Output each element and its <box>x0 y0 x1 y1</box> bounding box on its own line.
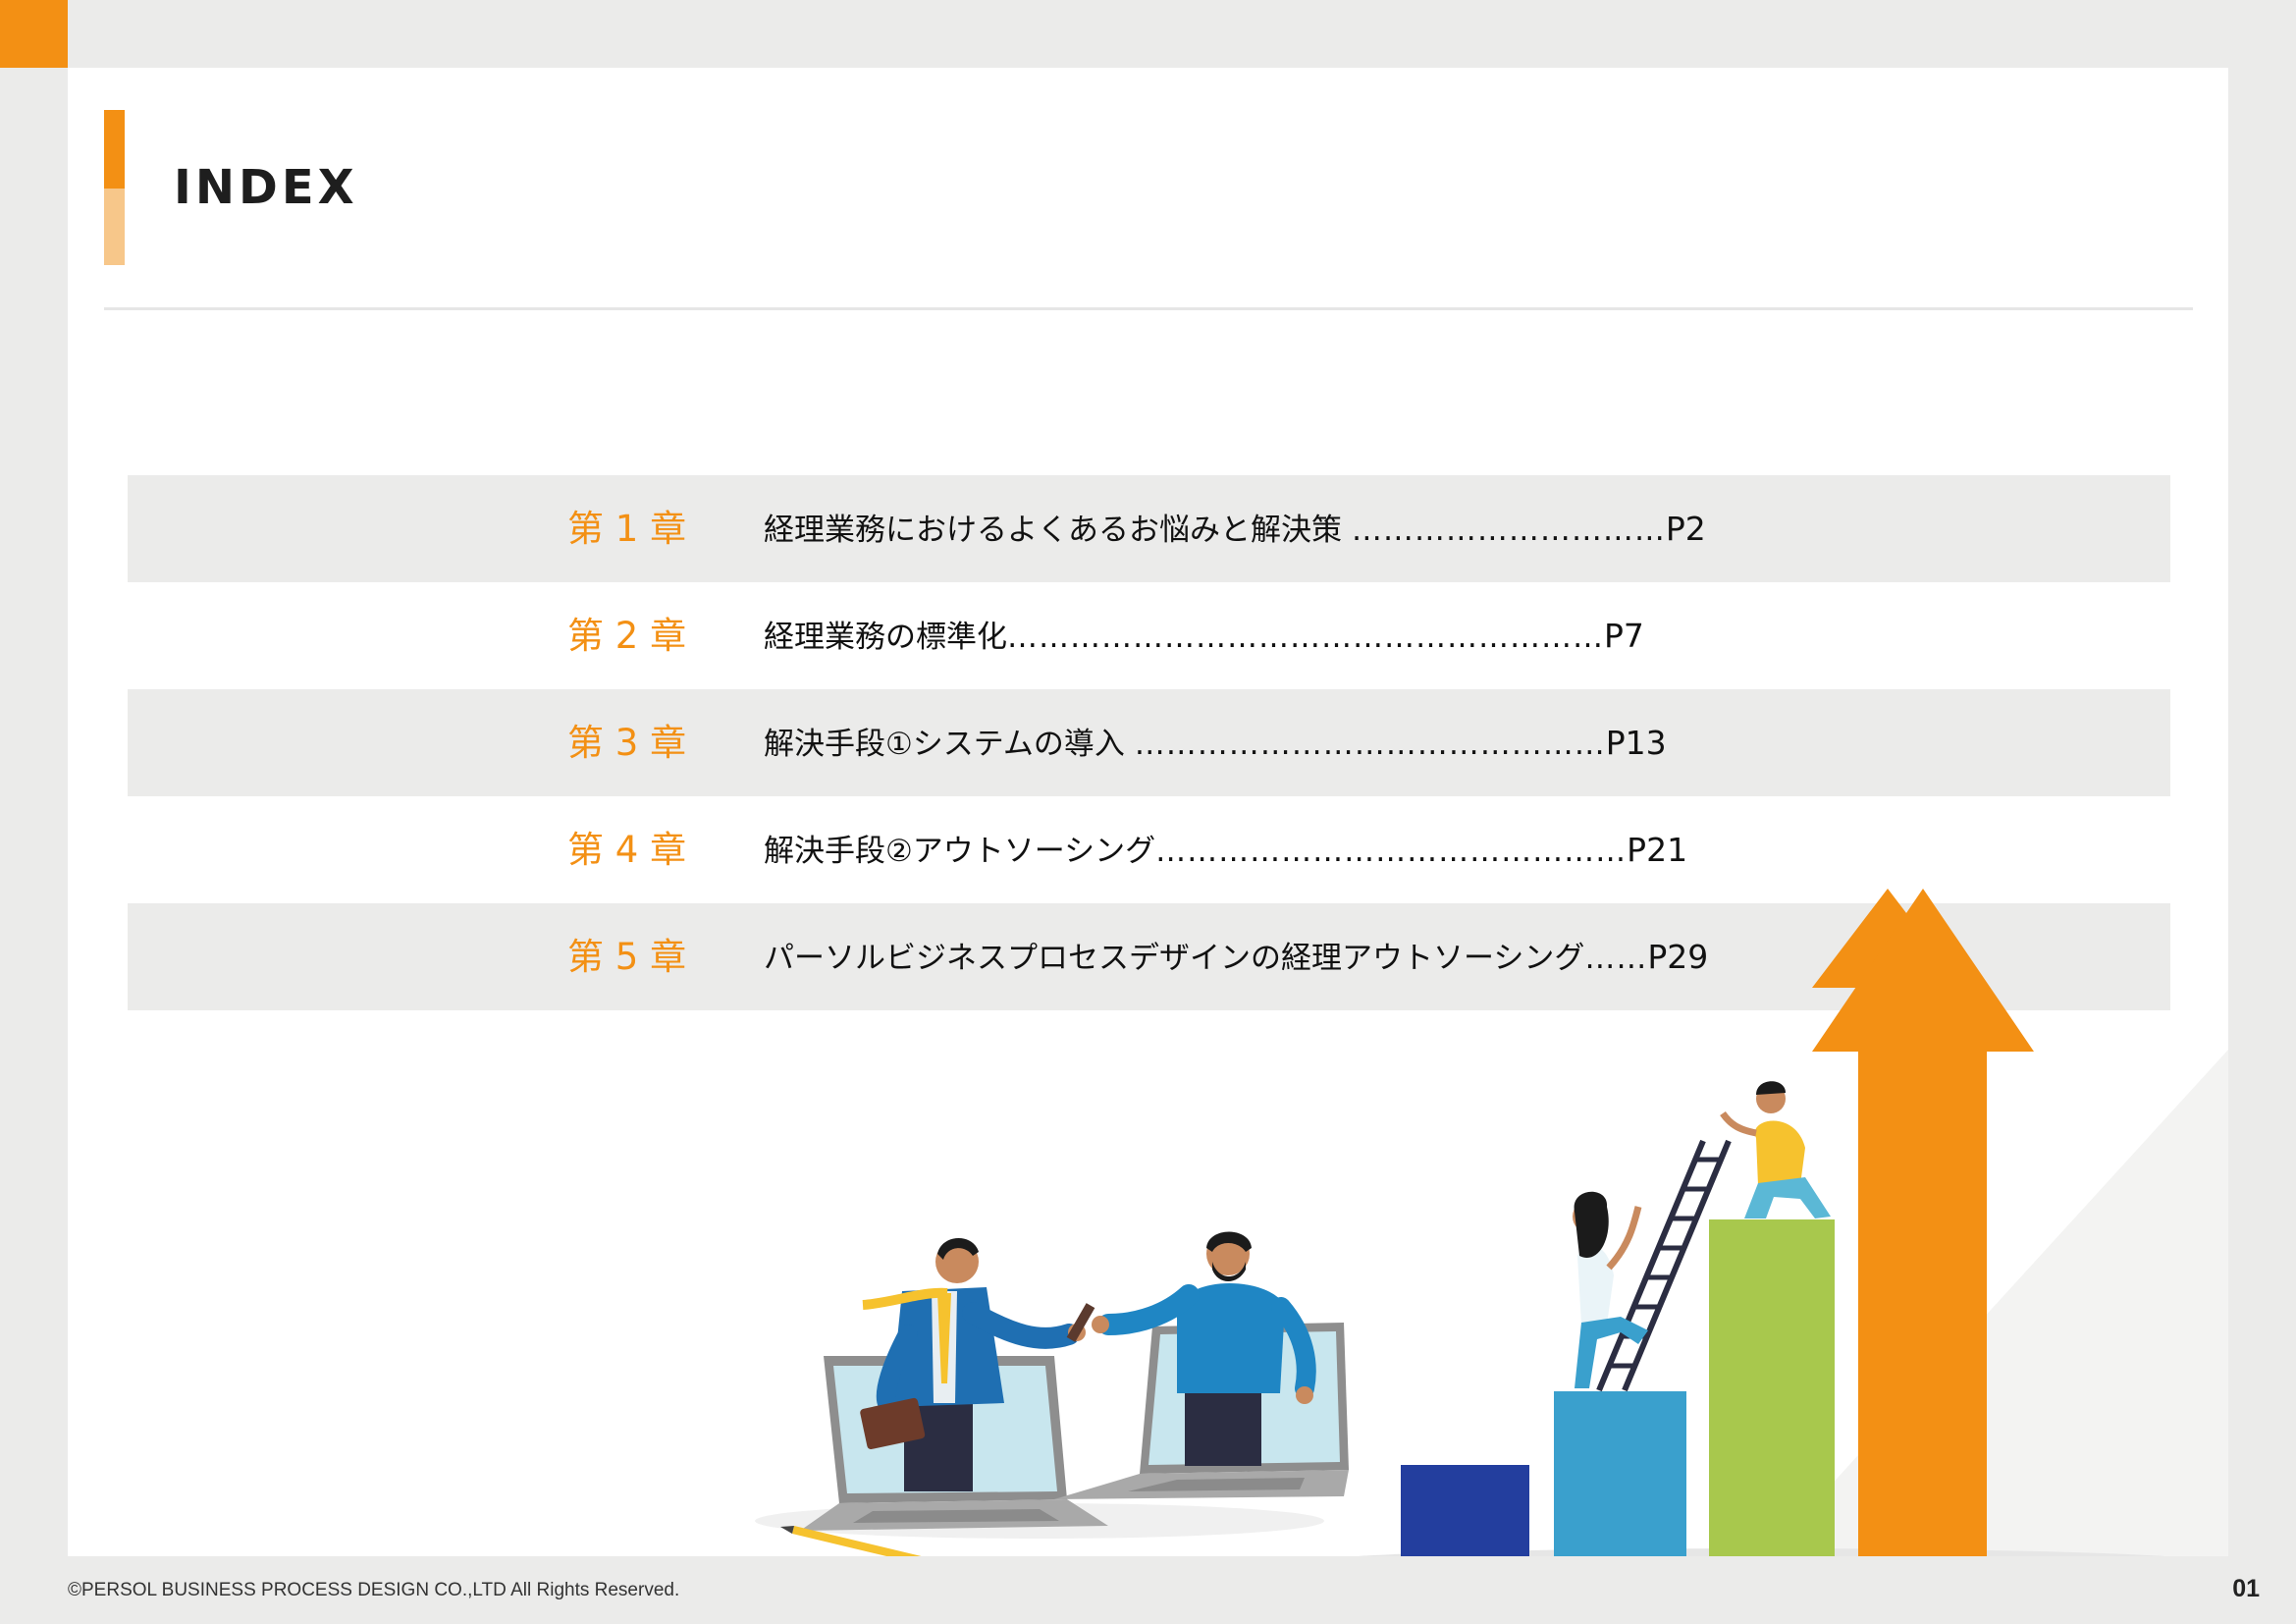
page-reference: P7 <box>1604 617 1644 655</box>
chapter-title: 経理業務の標準化…………………………………………………P7 <box>764 617 1644 655</box>
bar-blue <box>1554 1391 1686 1556</box>
toc-row[interactable]: 第 3 章 解決手段①システムの導入 ………………………………………P13 <box>128 689 2170 796</box>
chapter-title: 解決手段①システムの導入 ………………………………………P13 <box>764 724 1667 762</box>
page-reference: P2 <box>1665 510 1706 548</box>
bar-navy <box>1401 1465 1529 1556</box>
chapter-number: 第 1 章 <box>567 508 687 550</box>
chapter-number: 第 3 章 <box>567 722 687 764</box>
page-panel: INDEX 第 1 章 経理業務におけるよくあるお悩みと解決策 ……………………… <box>68 68 2228 1556</box>
title-accent-bar <box>104 110 125 189</box>
chapter-title: 経理業務におけるよくあるお悩みと解決策 …………………………P2 <box>764 510 1706 548</box>
bar-green <box>1709 1219 1835 1556</box>
corner-accent <box>0 0 68 68</box>
page-number: 01 <box>2232 1575 2260 1602</box>
chapter-number: 第 5 章 <box>567 936 687 978</box>
toc-row[interactable]: 第 1 章 経理業務におけるよくあるお悩みと解決策 …………………………P2 <box>128 475 2170 582</box>
title-divider <box>104 307 2193 310</box>
growth-illustration <box>1358 889 2164 1556</box>
title-accent-bar-light <box>104 189 125 265</box>
chapter-number: 第 2 章 <box>567 615 687 657</box>
page-reference: P13 <box>1605 724 1667 762</box>
chapter-number: 第 4 章 <box>567 829 687 871</box>
page-title: INDEX <box>174 160 358 215</box>
toc-row[interactable]: 第 2 章 経理業務の標準化…………………………………………………P7 <box>128 582 2170 689</box>
copyright-notice: ©PERSOL BUSINESS PROCESS DESIGN CO.,LTD … <box>68 1580 680 1600</box>
